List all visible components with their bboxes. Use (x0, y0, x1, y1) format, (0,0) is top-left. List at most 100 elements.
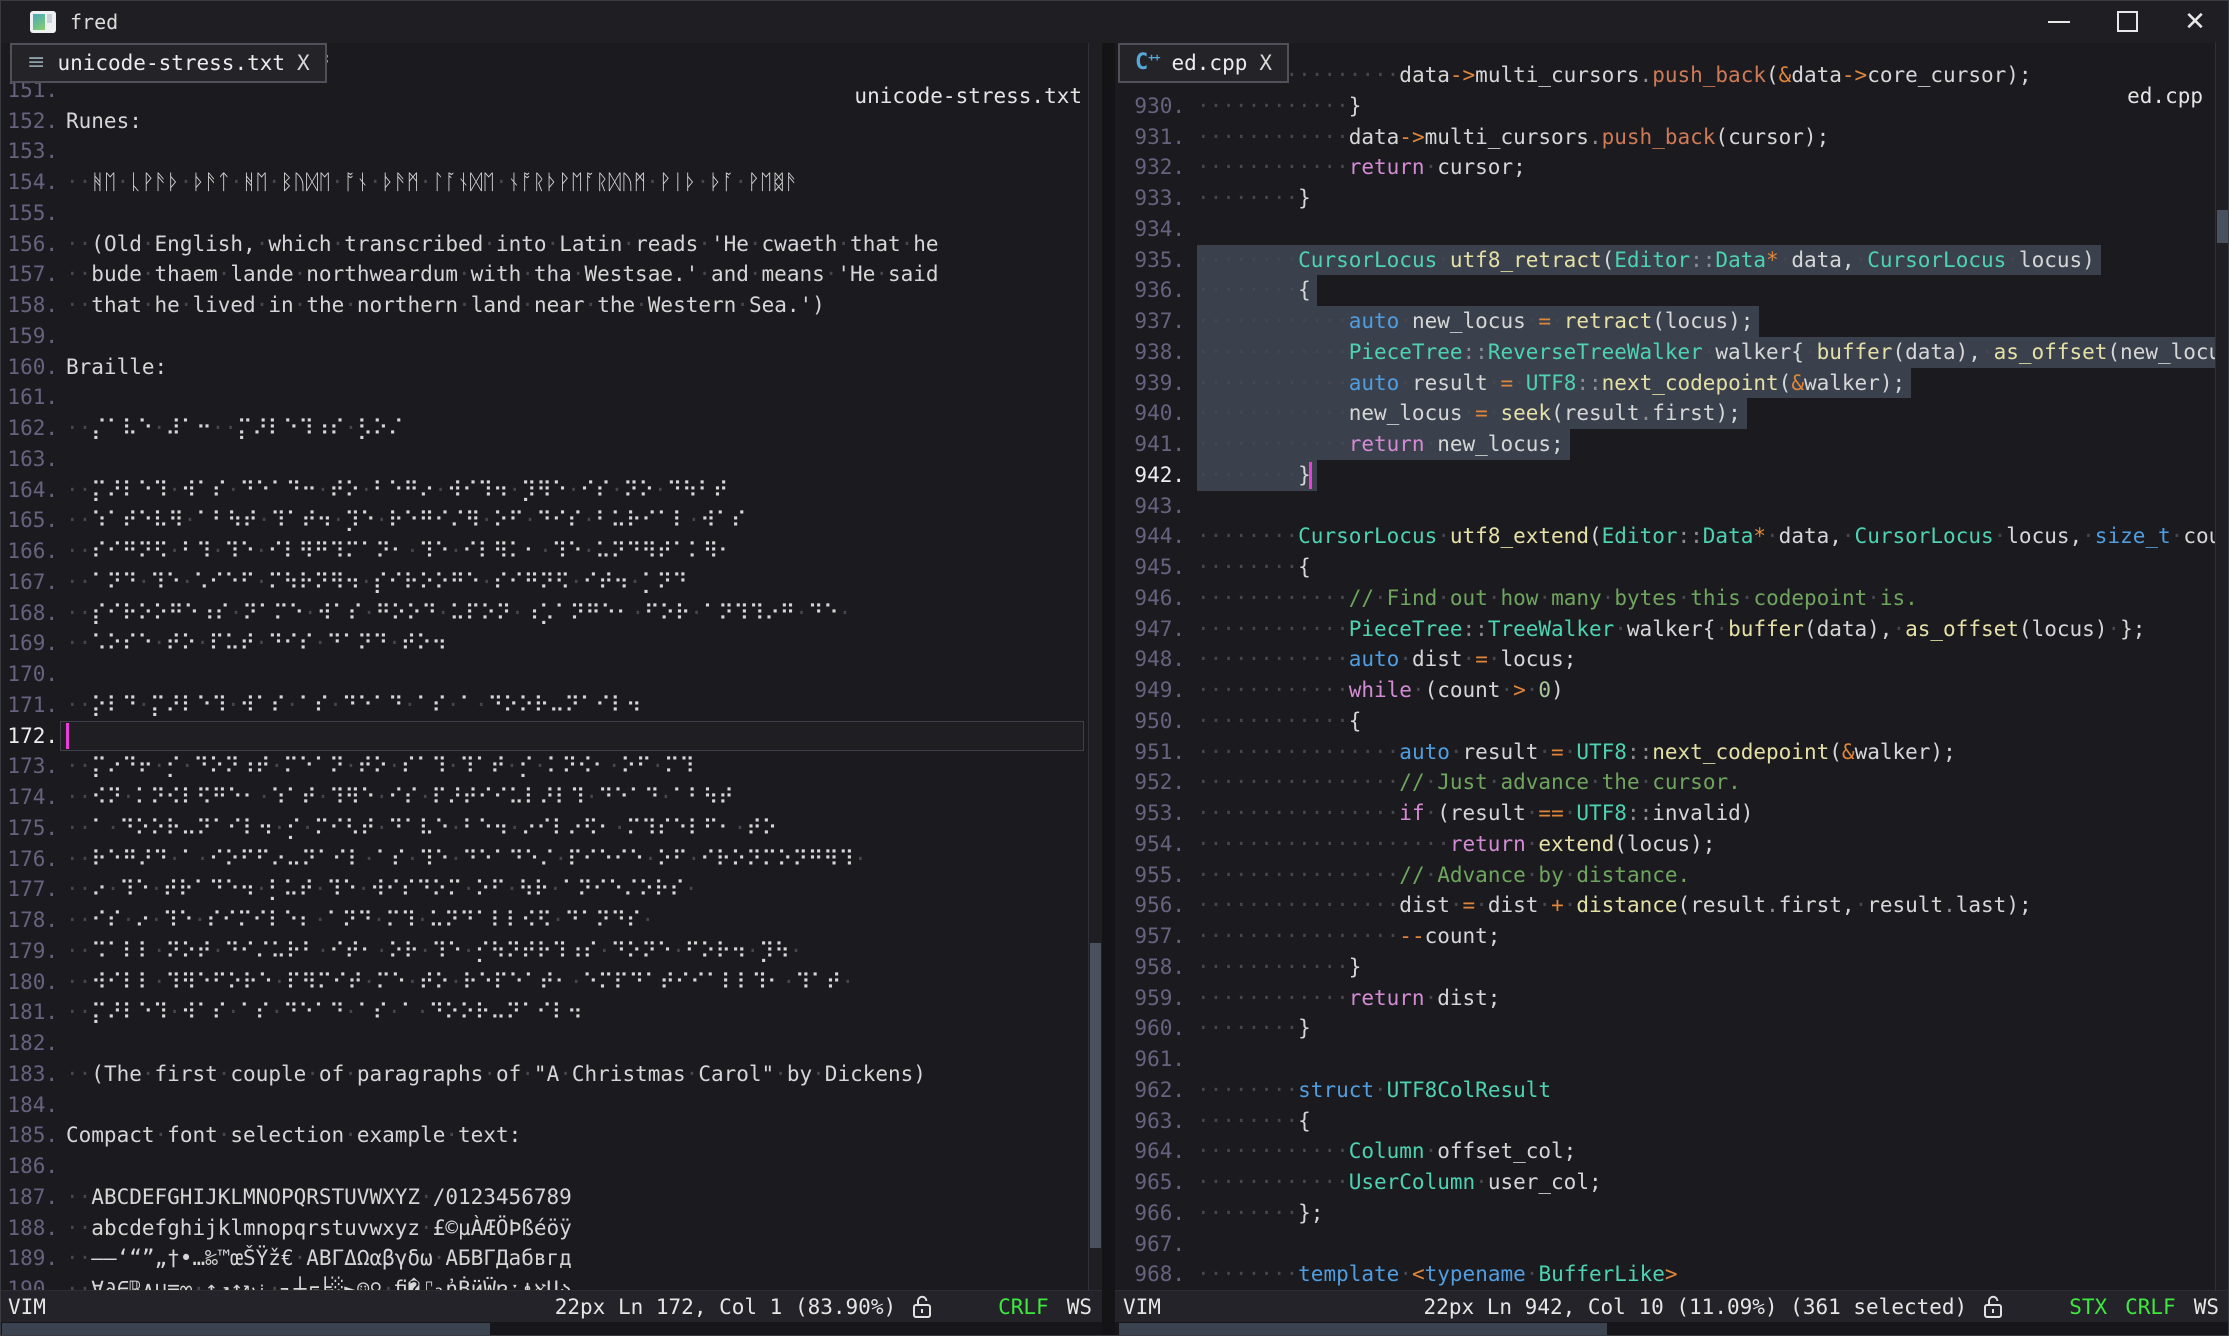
vertical-scrollbar-right[interactable] (2215, 43, 2229, 1290)
code-line[interactable]: 164.··⡍⠜⠇⠑⠹·⠺⠁⠎·⠙⠑⠁⠙⠒·⠞⠕·⠃⠑⠛⠔·⠺⠊⠹⠲·⡹⠻⠑·⠊… (0, 475, 1102, 506)
code-line[interactable]: 160.Braille: (0, 352, 1102, 383)
code-line[interactable]: 187.··ABCDEFGHIJKLMNOPQRSTUVWXYZ·/012345… (0, 1182, 1102, 1213)
vertical-scrollbar-left[interactable] (1088, 43, 1102, 1290)
code-line[interactable]: 156.··(Old·English,·which·transcribed·in… (0, 229, 1102, 260)
code-line[interactable]: 159. (0, 321, 1102, 352)
code-line[interactable]: 942.········} (1115, 460, 2229, 491)
code-line[interactable]: 933.········} (1115, 183, 2229, 214)
title-bar[interactable]: fred ✕ (0, 0, 2229, 43)
code-line[interactable]: 953.················if·(result·==·UTF8::… (1115, 798, 2229, 829)
code-line[interactable]: 157.··bude·thaem·lande·northweardum·with… (0, 259, 1102, 290)
code-line[interactable]: 944.········CursorLocus·utf8_extend(Edit… (1115, 521, 2229, 552)
tab-ed-cpp[interactable]: ed.cpp X (1118, 43, 1289, 83)
code-line[interactable]: 171.··⡕⠇⠙·⡍⠜⠇⠑⠹·⠺⠁⠎·⠁⠎·⠙⠑⠁⠙·⠁⠎·⠁·⠙⠕⠕⠗⠤⠝⠁… (0, 690, 1102, 721)
code-line[interactable]: 956.················dist·=·dist·+·distan… (1115, 890, 2229, 921)
maximize-button[interactable] (2093, 0, 2161, 43)
code-line[interactable]: 180.··⠺⠊⠇⠇·⠹⠻⠑⠋⠕⠗⠑·⠏⠻⠍⠊⠞·⠍⠑·⠞⠕·⠗⠑⠏⠑⠁⠞⠂·⠑… (0, 967, 1102, 998)
code-line[interactable]: 162.··⡌⠁⠧⠑·⠼⠁⠒··⡍⠜⠇⠑⠹⠰⠎·⡣⠕⠌ (0, 413, 1102, 444)
code-line[interactable]: 931.············data->multi_cursors.push… (1115, 122, 2229, 153)
close-button[interactable]: ✕ (2161, 0, 2229, 43)
code-line[interactable]: 932.············return·cursor; (1115, 152, 2229, 183)
line-text: ··⠁⠝⠙·⠹⠑·⠡⠊⠑⠋·⠍⠳⠗⠝⠻⠲·⡎⠊⠗⠕⠕⠛⠑·⠎⠊⠛⠝⠫·⠊⠞⠲·⡁… (66, 567, 688, 598)
editor-pane-right[interactable]: 929.················data->multi_cursors.… (1115, 43, 2229, 1290)
code-line[interactable]: 168.··⡎⠊⠗⠕⠕⠛⠑⠰⠎·⠝⠁⠍⠑·⠺⠁⠎·⠛⠕⠕⠙·⠥⠏⠕⠝·⠰⡡⠁⠝⠛… (0, 598, 1102, 629)
code-line[interactable]: 169.··⠡⠕⠎⠑·⠞⠕·⠏⠥⠞·⠙⠊⠎·⠙⠁⠝⠙·⠞⠕⠲ (0, 628, 1102, 659)
code-line[interactable]: 155. (0, 198, 1102, 229)
horizontal-scrollbar-thumb-right[interactable] (1119, 1323, 1607, 1335)
code-line[interactable]: 178.··⠊⠎·⠔·⠹⠑·⠎⠊⠍⠊⠇⠑⠆·⠁⠝⠙·⠍⠹·⠥⠝⠙⠁⠇⠇⠪⠫·⠙⠁… (0, 905, 1102, 936)
code-line[interactable]: 962.········struct·UTF8ColResult (1115, 1075, 2229, 1106)
code-line[interactable]: 947.············PieceTree::TreeWalker·wa… (1115, 614, 2229, 645)
code-line[interactable]: 179.··⠩⠁⠇⠇·⠝⠕⠞·⠙⠊⠌⠥⠗⠃·⠊⠞⠂·⠕⠗·⠹⠑·⡊⠳⠝⠞⠗⠹⠰⠎… (0, 936, 1102, 967)
code-line[interactable]: 934. (1115, 214, 2229, 245)
code-line[interactable]: 185.Compact·font·selection·example·text: (0, 1120, 1102, 1151)
code-line[interactable]: 939.············auto·result·=·UTF8::next… (1115, 368, 2229, 399)
close-tab-icon[interactable]: X (297, 51, 310, 75)
code-line[interactable]: 945.········{ (1115, 552, 2229, 583)
code-line[interactable]: 940.············new_locus·=·seek(result.… (1115, 398, 2229, 429)
horizontal-scrollbar-left[interactable] (0, 1322, 1102, 1336)
code-line[interactable]: 163. (0, 444, 1102, 475)
code-line[interactable]: 946.············//·Find·out·how·many·byt… (1115, 583, 2229, 614)
code-line[interactable]: 935.········CursorLocus·utf8_retract(Edi… (1115, 245, 2229, 276)
code-line[interactable]: 968.········template·<typename·BufferLik… (1115, 1259, 2229, 1290)
code-line[interactable]: 941.············return·new_locus; (1115, 429, 2229, 460)
code-line[interactable]: 176.··⠗⠑⠛⠜⠙·⠁·⠊⠕⠋⠋⠔⠤⠝⠁⠊⠇·⠁⠎·⠹⠑·⠙⠑⠁⠙⠑⠌·⠏⠊… (0, 844, 1102, 875)
code-line[interactable]: 181.··⡍⠜⠇⠑⠹·⠺⠁⠎·⠁⠎·⠙⠑⠁⠙·⠁⠎·⠁·⠙⠕⠕⠗⠤⠝⠁⠊⠇⠲ (0, 997, 1102, 1028)
horizontal-scrollbar-thumb-left[interactable] (2, 1323, 490, 1335)
code-line[interactable]: 966.········}; (1115, 1198, 2229, 1229)
text-area-left[interactable]: 150.··እግርህን·በፍራሽህ·ልክ·ዘርጋ።151.152.Runes:1… (0, 43, 1102, 1290)
line-text: ··⠔·⠹⠑·⠞⠗⠁⠙⠑⠲·⡃⠥⠞·⠹⠑·⠺⠊⠎⠙⠕⠍·⠕⠋·⠳⠗·⠁⠝⠊⠑⠌⠕… (66, 874, 697, 905)
code-line[interactable]: 165.··⠱⠁⠞⠑⠧⠻·⠁⠃⠳⠞·⠹⠁⠞⠲·⡹⠑·⠗⠑⠛⠊⠌⠻·⠕⠋·⠙⠊⠎·… (0, 505, 1102, 536)
code-line[interactable]: 937.············auto·new_locus·=·retract… (1115, 306, 2229, 337)
code-line[interactable]: 938.············PieceTree::ReverseTreeWa… (1115, 337, 2229, 368)
code-line[interactable]: 152.Runes: (0, 106, 1102, 137)
code-line[interactable]: 189.··–—‘“”„†•…‰™œŠŸž€·ΑΒΓΔΩαβγδω·АБВГДа… (0, 1243, 1102, 1274)
code-line[interactable]: 951.················auto·result·=·UTF8::… (1115, 737, 2229, 768)
vertical-scrollbar-thumb-left[interactable] (1090, 943, 1101, 1248)
code-line[interactable]: 961. (1115, 1044, 2229, 1075)
code-line[interactable]: 954.····················return·extend(lo… (1115, 829, 2229, 860)
code-line[interactable]: 175.··⠁·⠙⠕⠕⠗⠤⠝⠁⠊⠇⠲·⡊·⠍⠊⠣⠞·⠙⠁⠧⠑·⠃⠑⠲·⠔⠊⠇⠔⠫… (0, 813, 1102, 844)
code-line[interactable]: 959.············return·dist; (1115, 983, 2229, 1014)
tab-unicode-stress[interactable]: unicode-stress.txt X (10, 43, 327, 83)
code-line[interactable]: 936.········{ (1115, 275, 2229, 306)
code-line[interactable]: 955.················//·Advance·by·distan… (1115, 860, 2229, 891)
code-line[interactable]: 186. (0, 1151, 1102, 1182)
minimize-button[interactable] (2025, 0, 2093, 43)
code-line[interactable]: 949.············while·(count·>·0) (1115, 675, 2229, 706)
code-line[interactable]: 167.··⠁⠝⠙·⠹⠑·⠡⠊⠑⠋·⠍⠳⠗⠝⠻⠲·⡎⠊⠗⠕⠕⠛⠑·⠎⠊⠛⠝⠫·⠊… (0, 567, 1102, 598)
code-line[interactable]: 948.············auto·dist·=·locus; (1115, 644, 2229, 675)
horizontal-scrollbar-right[interactable] (1115, 1322, 2229, 1336)
code-line[interactable]: 950.············{ (1115, 706, 2229, 737)
code-line[interactable]: 943. (1115, 491, 2229, 522)
code-line[interactable]: 161. (0, 382, 1102, 413)
code-line[interactable]: 963.········{ (1115, 1106, 2229, 1137)
code-line[interactable]: 177.··⠔·⠹⠑·⠞⠗⠁⠙⠑⠲·⡃⠥⠞·⠹⠑·⠺⠊⠎⠙⠕⠍·⠕⠋·⠳⠗·⠁⠝… (0, 874, 1102, 905)
editor-pane-left[interactable]: 150.··እግርህን·በፍራሽህ·ልክ·ዘርጋ።151.152.Runes:1… (0, 43, 1102, 1290)
code-line[interactable]: 183.··(The·first·couple·of·paragraphs·of… (0, 1059, 1102, 1090)
code-line[interactable]: 967. (1115, 1229, 2229, 1260)
code-line[interactable]: 174.··⠪⠝·⠅⠝⠪⠇⠫⠛⠑⠂·⠱⠁⠞·⠹⠻⠑·⠊⠎·⠏⠜⠞⠊⠊⠥⠇⠜⠇⠹·… (0, 782, 1102, 813)
code-line[interactable]: 182. (0, 1028, 1102, 1059)
code-line[interactable]: 158.··that·he·lived·in·the·northern·land… (0, 290, 1102, 321)
code-line[interactable]: 170. (0, 659, 1102, 690)
code-line[interactable]: 154.··ᚻᛖ·ᚳᚹᚫᚦ·ᚦᚫᛏ·ᚻᛖ·ᛒᚢᛞᛖ·ᚩᚾ·ᚦᚫᛗ·ᛚᚪᚾᛞᛖ·ᚾ… (0, 167, 1102, 198)
code-line[interactable]: 960.········} (1115, 1013, 2229, 1044)
code-line[interactable]: 930.············} (1115, 91, 2229, 122)
vertical-scrollbar-thumb-right[interactable] (2217, 210, 2228, 243)
code-line[interactable]: 958.············} (1115, 952, 2229, 983)
close-tab-icon[interactable]: X (1259, 51, 1272, 75)
text-area-right[interactable]: 929.················data->multi_cursors.… (1115, 43, 2229, 1290)
code-line[interactable]: 184. (0, 1090, 1102, 1121)
code-line[interactable]: 957.················--count; (1115, 921, 2229, 952)
code-line[interactable]: 952.················//·Just·advance·the·… (1115, 767, 2229, 798)
code-line[interactable]: 964.············Column·offset_col; (1115, 1136, 2229, 1167)
code-line[interactable]: 173.··⡍⠔⠙⠖·⡊·⠙⠕⠝⠰⠞·⠍⠑⠁⠝·⠞⠕·⠎⠁⠹·⠹⠁⠞·⡊·⠅⠝⠪… (0, 751, 1102, 782)
code-line[interactable]: 965.············UserColumn·user_col; (1115, 1167, 2229, 1198)
code-line[interactable]: 153. (0, 136, 1102, 167)
code-line[interactable]: 172. (0, 721, 1102, 752)
code-line[interactable]: 190.··∀∂∈ℝ∧∪≡∞·↑↗↨↻⇣·┐┼╔╘░►☺♀·ﬁ�⑀₂ἠḂӥẄɐː… (0, 1274, 1102, 1290)
code-line[interactable]: 188.··abcdefghijklmnopqrstuvwxyz·£©µÀÆÖÞ… (0, 1213, 1102, 1244)
code-line[interactable]: 166.··⠎⠊⠛⠝⠫·⠃⠹·⠹⠑·⠊⠇⠻⠛⠹⠍⠁⠝⠂·⠹⠑·⠊⠇⠻⠅⠂·⠹⠑·… (0, 536, 1102, 567)
